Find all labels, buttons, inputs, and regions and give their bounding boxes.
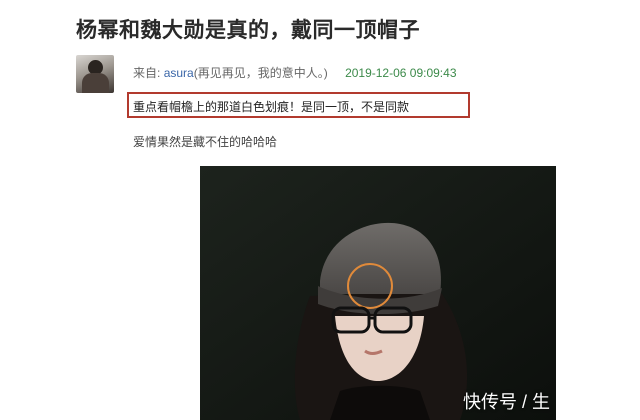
- post-meta: 来自: asura(再见再见，我的意中人。) 2019-12-06 09:09:…: [133, 64, 457, 81]
- article-title: 杨幂和魏大勋是真的，戴同一顶帽子: [76, 19, 420, 42]
- avatar-body-shape: [82, 73, 109, 93]
- author-link[interactable]: asura: [164, 66, 194, 80]
- comment-text: 爱情果然是藏不住的哈哈哈: [133, 135, 278, 149]
- clothing-shape: [330, 385, 430, 420]
- avatar[interactable]: [76, 55, 114, 93]
- watermark-text: 快传号 / 生: [462, 392, 550, 412]
- highlight-text: 重点看帽檐上的那道白色划痕！是同一顶，不是同款: [133, 100, 410, 114]
- photo-illustration: [200, 166, 556, 420]
- highlight-box: 重点看帽檐上的那道白色划痕！是同一顶，不是同款: [127, 92, 470, 118]
- post-photo[interactable]: 快传号 / 生: [200, 166, 556, 420]
- author-note: (再见再见，我的意中人。): [193, 66, 328, 80]
- from-label: 来自:: [133, 66, 161, 80]
- post-timestamp: 2019-12-06 09:09:43: [345, 66, 457, 80]
